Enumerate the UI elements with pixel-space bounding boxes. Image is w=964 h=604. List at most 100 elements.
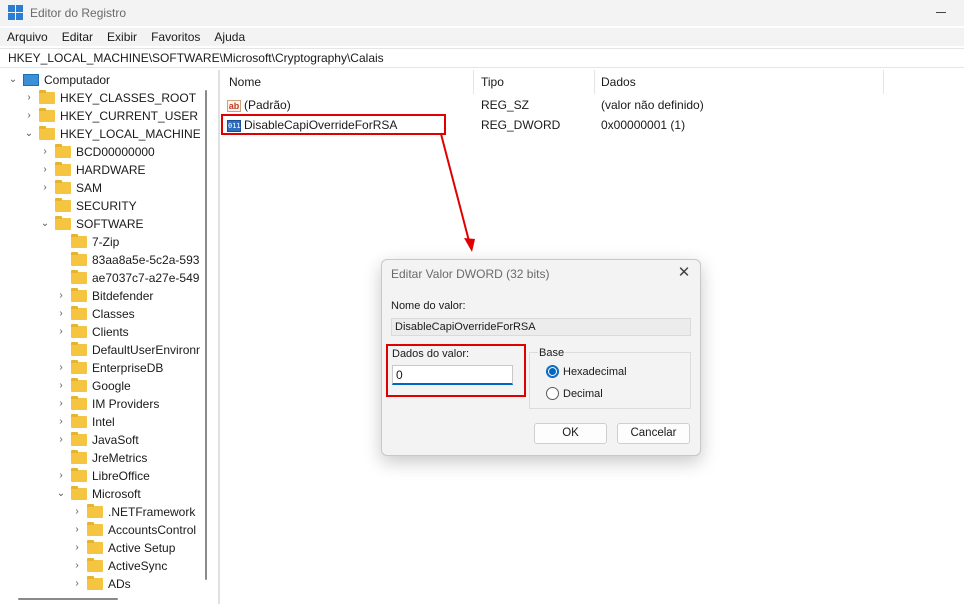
menu-favoritos[interactable]: Favoritos (144, 30, 207, 44)
radio-hexadecimal-label[interactable]: Hexadecimal (563, 366, 627, 378)
column-header-nome[interactable]: Nome (229, 75, 261, 89)
window-title: Editor do Registro (30, 6, 127, 20)
tree-item[interactable]: ⌄ HKEY_LOCAL_MACHINE (24, 125, 200, 143)
tree-item[interactable]: › LibreOffice (56, 467, 150, 485)
pane-splitter[interactable] (218, 70, 220, 604)
tree-item[interactable]: › BCD00000000 (40, 143, 155, 161)
list-row[interactable]: ab (Padrão) REG_SZ (valor não definido) (221, 95, 964, 115)
column-divider[interactable] (594, 70, 595, 94)
radio-decimal[interactable] (546, 387, 559, 400)
tree-item[interactable]: › HARDWARE (40, 161, 146, 179)
tree-item[interactable]: › .NETFramework (72, 503, 195, 521)
chevron-right-icon[interactable]: › (56, 363, 66, 373)
tree-item[interactable]: DefaultUserEnvironn (56, 341, 200, 359)
chevron-right-icon[interactable]: › (56, 399, 66, 409)
tree-item-label: BCD00000000 (76, 145, 155, 159)
menu-bar: Arquivo Editar Exibir Favoritos Ajuda (0, 28, 964, 46)
tree-item-label: ActiveSync (108, 559, 168, 573)
tree-item[interactable]: ⌄ Microsoft (56, 485, 141, 503)
menu-exibir[interactable]: Exibir (100, 30, 144, 44)
address-bar[interactable]: HKEY_LOCAL_MACHINE\SOFTWARE\Microsoft\Cr… (0, 48, 964, 68)
chevron-right-icon[interactable]: › (56, 471, 66, 481)
tree-item[interactable]: › Active Setup (72, 539, 175, 557)
chevron-down-icon[interactable]: ⌄ (24, 129, 34, 139)
tree-item[interactable]: › Clients (56, 323, 129, 341)
tree-item[interactable]: › HKEY_CLASSES_ROOT (24, 89, 196, 107)
chevron-right-icon[interactable]: › (72, 507, 82, 517)
radio-hexadecimal[interactable] (546, 365, 559, 378)
chevron-right-icon[interactable]: › (72, 525, 82, 535)
tree-scrollbar-thumb[interactable] (205, 90, 207, 580)
tree-item[interactable]: › JavaSoft (56, 431, 139, 449)
chevron-right-icon[interactable]: › (56, 291, 66, 301)
tree-item[interactable]: 83aa8a5e-5c2a-5932 (56, 251, 200, 269)
tree-item[interactable]: ⌄ Computador (8, 71, 110, 89)
chevron-right-icon[interactable]: › (24, 111, 34, 121)
close-icon[interactable]: ✕ (676, 265, 692, 281)
tree-item[interactable]: › IM Providers (56, 395, 159, 413)
chevron-right-icon[interactable]: › (56, 327, 66, 337)
tree-item[interactable]: › EnterpriseDB (56, 359, 163, 377)
chevron-right-icon[interactable]: › (40, 165, 50, 175)
tree-item[interactable]: › Classes (56, 305, 135, 323)
chevron-right-icon[interactable]: › (56, 417, 66, 427)
tree-item[interactable]: › HKEY_CURRENT_USER (24, 107, 198, 125)
folder-icon (71, 378, 87, 392)
folder-icon (55, 162, 71, 176)
folder-icon (71, 306, 87, 320)
tree-item[interactable]: ⌄ SOFTWARE (40, 215, 144, 233)
tree-item[interactable]: 7-Zip (56, 233, 119, 251)
menu-editar[interactable]: Editar (55, 30, 100, 44)
chevron-right-icon[interactable]: › (72, 543, 82, 553)
tree-scrollbar[interactable] (200, 70, 216, 592)
radio-decimal-label[interactable]: Decimal (563, 388, 603, 400)
column-header-dados[interactable]: Dados (601, 75, 636, 89)
tree-item[interactable]: › SAM (40, 179, 102, 197)
value-data-input[interactable] (392, 365, 513, 385)
tree-item[interactable]: › AccountsControl (72, 521, 196, 539)
menu-ajuda[interactable]: Ajuda (207, 30, 252, 44)
tree-item[interactable]: ae7037c7-a27e-5498 (56, 269, 200, 287)
chevron-right-icon[interactable]: › (40, 183, 50, 193)
ok-button[interactable]: OK (534, 423, 607, 444)
chevron-right-icon[interactable]: › (56, 309, 66, 319)
tree-item[interactable]: › Bitdefender (56, 287, 153, 305)
tree-item-label: Google (92, 379, 131, 393)
chevron-right-icon[interactable]: › (72, 561, 82, 571)
chevron-down-icon[interactable]: ⌄ (40, 219, 50, 229)
tree-item-label: HKEY_LOCAL_MACHINE (60, 127, 200, 141)
tree-horizontal-scrollbar-thumb[interactable] (18, 598, 118, 600)
tree-item[interactable]: › Intel (56, 413, 115, 431)
chevron-down-icon[interactable]: ⌄ (8, 75, 18, 85)
minimize-button[interactable] (932, 4, 950, 20)
edit-dword-dialog: Editar Valor DWORD (32 bits) ✕ Nome do v… (381, 259, 701, 456)
folder-icon (55, 198, 71, 212)
column-divider[interactable] (883, 70, 884, 94)
tree-item[interactable]: SECURITY (40, 197, 137, 215)
tree-item[interactable]: › Google (56, 377, 131, 395)
menu-arquivo[interactable]: Arquivo (0, 30, 55, 44)
chevron-right-icon[interactable]: › (56, 435, 66, 445)
chevron-down-icon[interactable]: ⌄ (56, 489, 66, 499)
cancel-button[interactable]: Cancelar (617, 423, 690, 444)
column-header-tipo[interactable]: Tipo (481, 75, 504, 89)
chevron-right-icon[interactable]: › (72, 579, 82, 589)
tree-item[interactable]: › ActiveSync (72, 557, 167, 575)
tree-item[interactable]: › ADs (72, 575, 131, 592)
tree-item-label: Computador (44, 73, 111, 87)
folder-icon (39, 108, 55, 122)
base-label: Base (538, 347, 566, 359)
chevron-right-icon[interactable]: › (40, 147, 50, 157)
folder-icon (71, 288, 87, 302)
folder-icon (87, 522, 103, 536)
folder-icon (39, 90, 55, 104)
tree-item[interactable]: JreMetrics (56, 449, 147, 467)
chevron-right-icon[interactable]: › (24, 93, 34, 103)
tree-item-label: HARDWARE (76, 163, 146, 177)
folder-icon (71, 324, 87, 338)
folder-icon (71, 234, 87, 248)
chevron-right-icon[interactable]: › (56, 381, 66, 391)
column-divider[interactable] (473, 70, 474, 94)
